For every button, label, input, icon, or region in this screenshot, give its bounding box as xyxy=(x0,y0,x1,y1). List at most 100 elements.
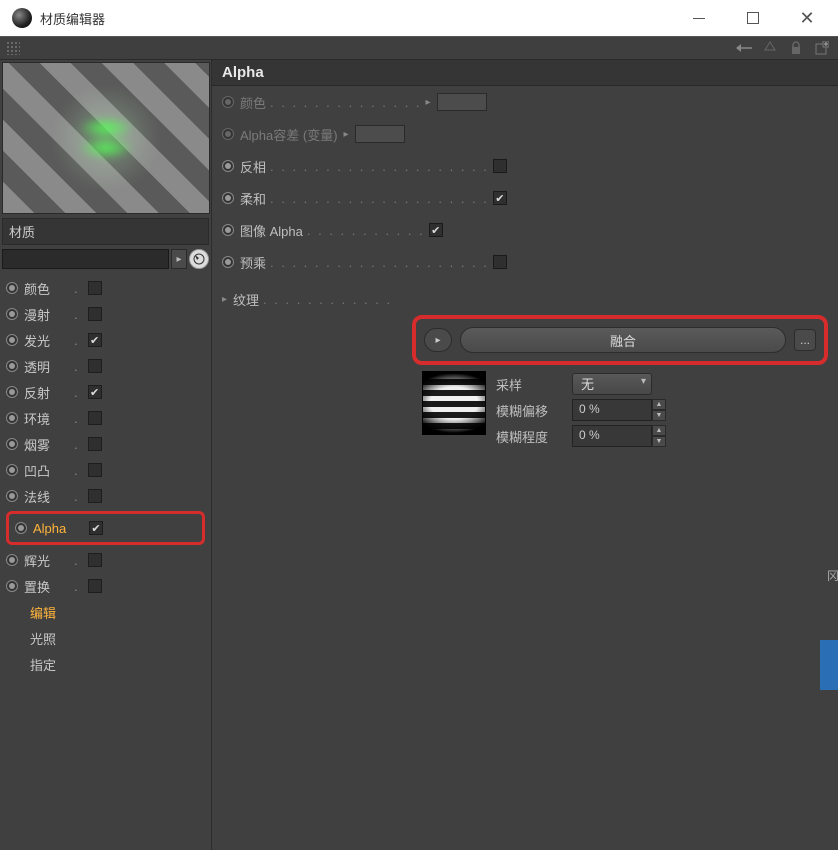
checkbox[interactable]: ✔ xyxy=(429,223,443,237)
channel-alpha[interactable]: Alpha ✔ xyxy=(11,514,200,542)
channel-glow[interactable]: 辉光. xyxy=(2,547,209,573)
prop-blur-strength[interactable]: 模糊程度 0 % ▲▼ xyxy=(496,423,666,449)
checkbox[interactable] xyxy=(88,463,102,477)
radio-icon xyxy=(6,464,18,476)
radio-icon xyxy=(6,438,18,450)
spinner[interactable]: ▲▼ xyxy=(652,425,666,447)
prop-premultiply[interactable]: 预乘 . . . . . . . . . . . . . . . . . . .… xyxy=(212,246,838,278)
checkbox[interactable] xyxy=(88,307,102,321)
checkbox[interactable] xyxy=(493,159,507,173)
texture-highlight: ▸ 融合 ... xyxy=(412,315,828,365)
checkbox[interactable] xyxy=(88,281,102,295)
channel-displacement[interactable]: 置换. xyxy=(2,573,209,599)
toolbar xyxy=(0,36,838,60)
radio-icon xyxy=(6,412,18,424)
checkbox[interactable] xyxy=(88,489,102,503)
channel-list: 颜色. 漫射. 发光. ✔ 透明. 反射. ✔ xyxy=(0,271,211,681)
search-dropdown-button[interactable]: ▸ xyxy=(171,249,187,269)
checkbox[interactable]: ✔ xyxy=(89,521,103,535)
close-button[interactable]: ✕ xyxy=(780,0,834,36)
radio-icon xyxy=(222,256,234,268)
radio-icon xyxy=(6,360,18,372)
nav-up-icon[interactable] xyxy=(760,38,780,58)
blur-offset-input[interactable]: 0 % xyxy=(572,399,652,421)
picker-button[interactable] xyxy=(189,249,209,269)
minimize-button[interactable] xyxy=(672,0,726,36)
radio-icon xyxy=(222,192,234,204)
window-title: 材质编辑器 xyxy=(40,9,105,28)
channel-diffuse[interactable]: 漫射. xyxy=(2,301,209,327)
sampling-dropdown[interactable]: 无 xyxy=(572,373,652,395)
lock-icon[interactable] xyxy=(786,38,806,58)
radio-icon xyxy=(6,490,18,502)
edge-tab[interactable]: 冈 xyxy=(828,560,838,590)
prop-sampling[interactable]: 采样 无 xyxy=(496,371,666,397)
checkbox[interactable]: ✔ xyxy=(88,385,102,399)
texture-browse-button[interactable]: ... xyxy=(794,329,816,351)
material-preview[interactable] xyxy=(2,62,210,214)
color-swatch xyxy=(437,93,487,111)
prop-alpha-tolerance: Alpha容差 (变量) ▸ xyxy=(212,118,838,150)
grip-icon xyxy=(6,41,20,55)
channel-color[interactable]: 颜色. xyxy=(2,275,209,301)
maximize-button[interactable] xyxy=(726,0,780,36)
prop-blur-offset[interactable]: 模糊偏移 0 % ▲▼ xyxy=(496,397,666,423)
edge-selection[interactable] xyxy=(820,640,838,690)
titlebar: 材质编辑器 ✕ xyxy=(0,0,838,36)
checkbox[interactable] xyxy=(88,579,102,593)
radio-icon xyxy=(222,96,234,108)
blur-strength-input[interactable]: 0 % xyxy=(572,425,652,447)
channel-bump[interactable]: 凹凸. xyxy=(2,457,209,483)
radio-icon xyxy=(15,522,27,534)
spinner[interactable]: ▲▼ xyxy=(652,399,666,421)
prop-texture-row: ▸ 纹理 . . . . . . . . . . . . xyxy=(212,278,838,309)
value-box xyxy=(355,125,405,143)
left-pane: 材质 ▸ 颜色. 漫射. 发光. ✔ xyxy=(0,60,212,850)
radio-icon xyxy=(6,580,18,592)
checkbox[interactable] xyxy=(88,437,102,451)
right-pane: Alpha 颜色 . . . . . . . . . . . . . . ▸ A… xyxy=(212,60,838,850)
radio-icon xyxy=(222,160,234,172)
texture-value-button[interactable]: 融合 xyxy=(460,327,786,353)
channel-normal[interactable]: 法线. xyxy=(2,483,209,509)
prop-color: 颜色 . . . . . . . . . . . . . . ▸ xyxy=(212,86,838,118)
channel-environment[interactable]: 环境. xyxy=(2,405,209,431)
checkbox[interactable] xyxy=(88,359,102,373)
checkbox[interactable]: ✔ xyxy=(493,191,507,205)
material-name-field[interactable]: 材质 xyxy=(2,218,209,245)
prop-image-alpha[interactable]: 图像 Alpha . . . . . . . . . . . ✔ xyxy=(212,214,838,246)
radio-icon xyxy=(6,334,18,346)
sub-edit[interactable]: 编辑 xyxy=(2,599,209,625)
sub-assign[interactable]: 指定 xyxy=(2,651,209,677)
radio-icon xyxy=(222,128,234,140)
app-icon xyxy=(12,8,32,28)
texture-value-label: 融合 xyxy=(610,331,636,350)
prop-soft[interactable]: 柔和 . . . . . . . . . . . . . . . . . . .… xyxy=(212,182,838,214)
checkbox[interactable]: ✔ xyxy=(88,333,102,347)
search-input[interactable] xyxy=(2,249,169,269)
radio-icon xyxy=(6,554,18,566)
checkbox[interactable] xyxy=(88,553,102,567)
radio-icon xyxy=(6,386,18,398)
radio-icon xyxy=(6,308,18,320)
radio-icon xyxy=(222,224,234,236)
main: 材质 ▸ 颜色. 漫射. 发光. ✔ xyxy=(0,60,838,850)
texture-menu-button[interactable]: ▸ xyxy=(424,328,452,352)
channel-fog[interactable]: 烟雾. xyxy=(2,431,209,457)
channel-alpha-highlight: Alpha ✔ xyxy=(6,511,205,545)
expand-icon[interactable]: ▸ xyxy=(222,294,227,305)
nav-back-icon[interactable] xyxy=(734,38,754,58)
texture-subblock: 采样 无 模糊偏移 0 % ▲▼ 模糊程度 0 % xyxy=(422,371,838,449)
radio-icon xyxy=(6,282,18,294)
channel-reflection[interactable]: 反射. ✔ xyxy=(2,379,209,405)
texture-label: 纹理 xyxy=(233,290,259,309)
panel-title: Alpha xyxy=(212,60,838,86)
channel-transparency[interactable]: 透明. xyxy=(2,353,209,379)
texture-thumbnail[interactable] xyxy=(422,371,486,435)
prop-invert[interactable]: 反相 . . . . . . . . . . . . . . . . . . .… xyxy=(212,150,838,182)
channel-luminance[interactable]: 发光. ✔ xyxy=(2,327,209,353)
sub-illumination[interactable]: 光照 xyxy=(2,625,209,651)
checkbox[interactable] xyxy=(493,255,507,269)
checkbox[interactable] xyxy=(88,411,102,425)
new-tab-icon[interactable] xyxy=(812,38,832,58)
